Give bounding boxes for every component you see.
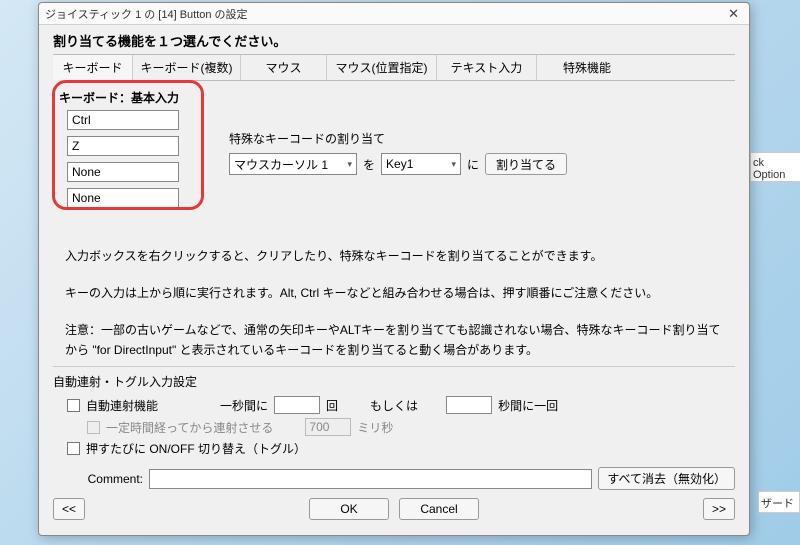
titlebar: ジョイスティック 1 の [14] Button の設定 ✕ — [39, 3, 749, 25]
per-sec-pre: 一秒間に — [220, 397, 268, 414]
tab-text-input[interactable]: テキスト入力 — [437, 55, 537, 80]
tab-keyboard-multi[interactable]: キーボード(複数) — [133, 55, 241, 80]
prev-button[interactable]: << — [53, 498, 85, 520]
clear-all-button[interactable]: すべて消去（無効化） — [598, 467, 735, 490]
or-label: もしくは — [370, 397, 418, 414]
label-wo: を — [363, 156, 375, 173]
background-panel: ck Option — [750, 152, 800, 182]
help-text: 入力ボックスを右クリックすると、クリアしたり、特殊なキーコードを割り当てることが… — [65, 247, 723, 378]
comment-input[interactable] — [149, 469, 592, 489]
keyboard-section-label: キーボード：基本入力 — [59, 89, 735, 106]
tab-bar: キーボード キーボード(複数) マウス マウス(位置指定) テキスト入力 特殊機… — [53, 54, 735, 81]
ok-button[interactable]: OK — [309, 498, 389, 520]
toggle-checkbox[interactable] — [67, 442, 80, 455]
key-input-2[interactable] — [67, 136, 179, 156]
delay-label: 一定時間経ってから連射させる — [106, 419, 273, 436]
help-p3: 注意：一部の古いゲームなどで、通常の矢印キーやALTキーを割り当てても認識されな… — [65, 321, 723, 359]
chevron-down-icon: ▾ — [451, 159, 456, 170]
window-title: ジョイスティック 1 の [14] Button の設定 — [45, 6, 724, 22]
toggle-label: 押すたびに ON/OFF 切り替え（トグル） — [86, 440, 306, 457]
special-keycode-area: 特殊なキーコードの割り当て マウスカーソル 1 ▾ を Key1 ▾ に 割り当… — [229, 130, 567, 175]
next-button[interactable]: >> — [703, 498, 735, 520]
per-times-suf: 秒間に一回 — [498, 397, 558, 414]
cancel-button[interactable]: Cancel — [399, 498, 479, 520]
close-icon[interactable]: ✕ — [724, 6, 743, 22]
per-sec-suf: 回 — [326, 397, 338, 414]
tab-special[interactable]: 特殊機能 — [537, 55, 637, 80]
delay-checkbox[interactable] — [87, 421, 100, 434]
special-select-target[interactable]: Key1 ▾ — [381, 153, 461, 175]
delay-input[interactable] — [305, 418, 351, 436]
autofire-checkbox[interactable] — [67, 399, 80, 412]
comment-row: Comment: すべて消去（無効化） — [53, 467, 735, 490]
bottom-button-row: << OK Cancel >> — [53, 498, 735, 520]
special-keycode-label: 特殊なキーコードの割り当て — [229, 130, 567, 147]
dialog-heading: 割り当てる機能を１つ選んでください。 — [53, 31, 735, 50]
chevron-down-icon: ▾ — [347, 159, 352, 170]
special-select-source[interactable]: マウスカーソル 1 ▾ — [229, 153, 357, 175]
help-p2: キーの入力は上から順に実行されます。Alt, Ctrl キーなどと組み合わせる場… — [65, 284, 723, 303]
comment-label: Comment: — [53, 472, 143, 486]
tab-keyboard[interactable]: キーボード — [53, 55, 133, 81]
help-p1: 入力ボックスを右クリックすると、クリアしたり、特殊なキーコードを割り当てることが… — [65, 247, 723, 266]
tab-mouse[interactable]: マウス — [241, 55, 327, 80]
key-input-1[interactable] — [67, 110, 179, 130]
key-input-4[interactable] — [67, 188, 179, 208]
per-times-input[interactable] — [446, 396, 492, 414]
assign-button[interactable]: 割り当てる — [485, 153, 567, 175]
label-ni: に — [467, 156, 479, 173]
dialog-window: ジョイスティック 1 の [14] Button の設定 ✕ 割り当てる機能を１… — [38, 2, 750, 536]
key-input-3[interactable] — [67, 162, 179, 182]
background-wizard: ザード — [758, 491, 800, 513]
autofire-section: 自動連射・トグル入力設定 自動連射機能 一秒間に 回 もしくは 秒間に一回 一定… — [53, 366, 735, 457]
tab-mouse-position[interactable]: マウス(位置指定) — [327, 55, 437, 80]
autofire-label: 自動連射機能 — [86, 397, 158, 414]
per-sec-input[interactable] — [274, 396, 320, 414]
delay-unit: ミリ秒 — [357, 419, 393, 436]
